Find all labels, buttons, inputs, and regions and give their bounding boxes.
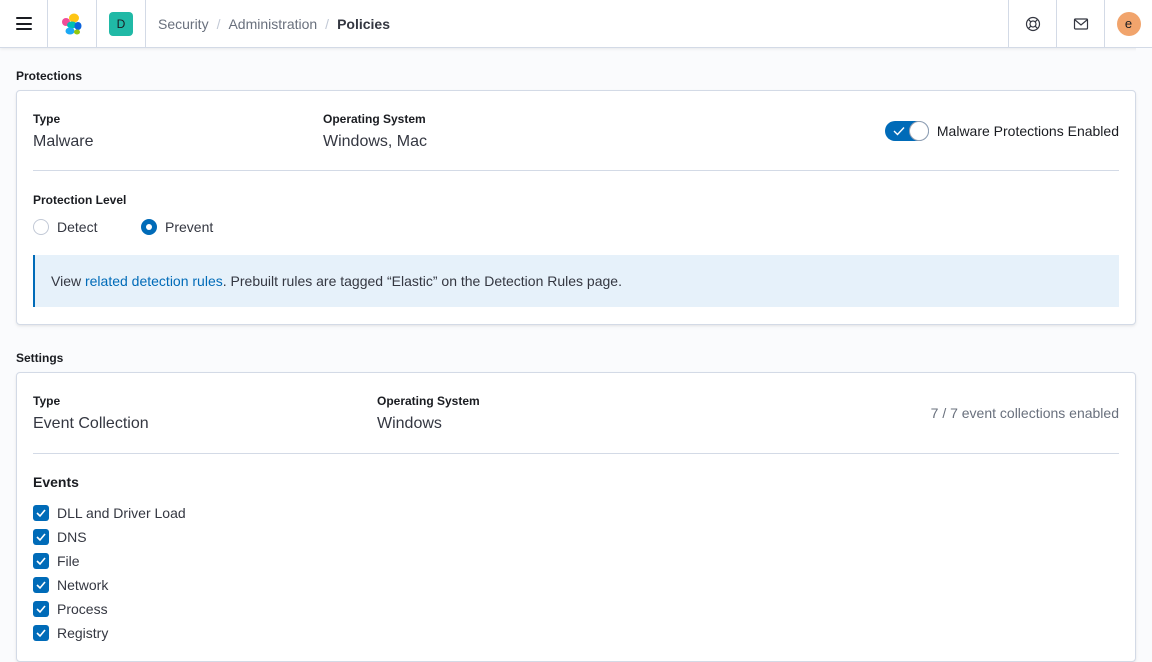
- type-label: Type: [33, 394, 61, 408]
- settings-section-title: Settings: [16, 351, 64, 365]
- radio-button[interactable]: [141, 219, 157, 235]
- events-checkbox-list: DLL and Driver Load DNS File Network Pro…: [33, 501, 186, 645]
- checkbox-label: Process: [57, 601, 108, 617]
- top-header: D Security / Administration / Policies e: [0, 0, 1152, 48]
- space-avatar: D: [109, 11, 133, 36]
- type-value: Malware: [33, 133, 94, 150]
- os-label: Operating System: [323, 112, 426, 126]
- event-checkbox-process[interactable]: Process: [33, 597, 186, 621]
- mail-icon: [1073, 17, 1088, 30]
- toggle-label: Malware Protections Enabled: [936, 123, 1119, 139]
- check-icon: [36, 581, 46, 590]
- toggle-switch[interactable]: [884, 121, 929, 141]
- breadcrumb-separator: /: [325, 15, 330, 32]
- checkbox[interactable]: [33, 601, 49, 617]
- radio-detect[interactable]: Detect: [33, 219, 97, 235]
- events-title: Events: [33, 474, 79, 490]
- malware-protection-toggle[interactable]: Malware Protections Enabled: [884, 121, 1119, 141]
- user-avatar: e: [1116, 11, 1141, 36]
- divider: [33, 453, 1119, 454]
- checkbox-label: Registry: [57, 625, 109, 641]
- news-feed-button[interactable]: [1056, 0, 1104, 48]
- protections-section-title: Protections: [16, 69, 83, 83]
- checkbox[interactable]: [33, 577, 49, 593]
- checkbox[interactable]: [33, 505, 49, 521]
- os-label: Operating System: [377, 394, 480, 408]
- user-menu-button[interactable]: e: [1104, 0, 1152, 48]
- callout-prefix: View: [51, 273, 85, 289]
- breadcrumb: Security / Administration / Policies: [146, 0, 390, 48]
- check-icon: [36, 509, 46, 518]
- event-checkbox-network[interactable]: Network: [33, 573, 186, 597]
- hamburger-icon: [15, 17, 32, 30]
- radio-label: Prevent: [165, 219, 214, 235]
- event-checkbox-file[interactable]: File: [33, 549, 186, 573]
- breadcrumb-separator: /: [216, 15, 221, 32]
- check-icon: [893, 127, 905, 136]
- check-icon: [36, 557, 46, 566]
- radio-prevent[interactable]: Prevent: [141, 219, 213, 235]
- event-checkbox-dll[interactable]: DLL and Driver Load: [33, 501, 186, 525]
- checkbox[interactable]: [33, 529, 49, 545]
- type-value: Event Collection: [33, 415, 149, 432]
- checkbox-label: Network: [57, 577, 109, 593]
- event-checkbox-registry[interactable]: Registry: [33, 621, 186, 645]
- elastic-logo-icon: [62, 13, 82, 34]
- home-logo-link[interactable]: [48, 0, 97, 48]
- checkbox-label: DNS: [57, 529, 87, 545]
- help-button[interactable]: [1008, 0, 1056, 48]
- page-scrollbar-track[interactable]: [1136, 48, 1152, 648]
- checkbox-label: DLL and Driver Load: [57, 505, 186, 521]
- check-icon: [36, 533, 46, 542]
- check-icon: [36, 629, 46, 638]
- checkbox-label: File: [57, 553, 80, 569]
- event-checkbox-dns[interactable]: DNS: [33, 525, 186, 549]
- breadcrumb-security[interactable]: Security: [158, 16, 209, 32]
- lifebuoy-icon: [1025, 16, 1040, 31]
- event-collections-count: 7 / 7 event collections enabled: [930, 405, 1119, 421]
- menu-button[interactable]: [0, 0, 48, 48]
- related-detection-rules-link[interactable]: related detection rules: [85, 273, 223, 289]
- checkbox[interactable]: [33, 553, 49, 569]
- os-value: Windows: [377, 415, 442, 432]
- checkbox[interactable]: [33, 625, 49, 641]
- detection-rules-callout: View related detection rules . Prebuilt …: [33, 255, 1119, 307]
- breadcrumb-policies: Policies: [337, 15, 390, 32]
- protection-level-label: Protection Level: [33, 193, 127, 207]
- check-icon: [36, 605, 46, 614]
- os-value: Windows, Mac: [323, 133, 428, 150]
- malware-protection-panel: Type Malware Operating System Windows, M…: [16, 90, 1136, 325]
- callout-suffix: . Prebuilt rules are tagged “Elastic” on…: [222, 273, 622, 289]
- type-label: Type: [33, 112, 61, 126]
- radio-button[interactable]: [33, 219, 49, 235]
- space-selector[interactable]: D: [97, 0, 146, 48]
- event-collection-panel: Type Event Collection Operating System W…: [16, 372, 1136, 662]
- divider: [33, 170, 1119, 171]
- radio-label: Detect: [57, 219, 98, 235]
- breadcrumb-administration[interactable]: Administration: [228, 16, 317, 32]
